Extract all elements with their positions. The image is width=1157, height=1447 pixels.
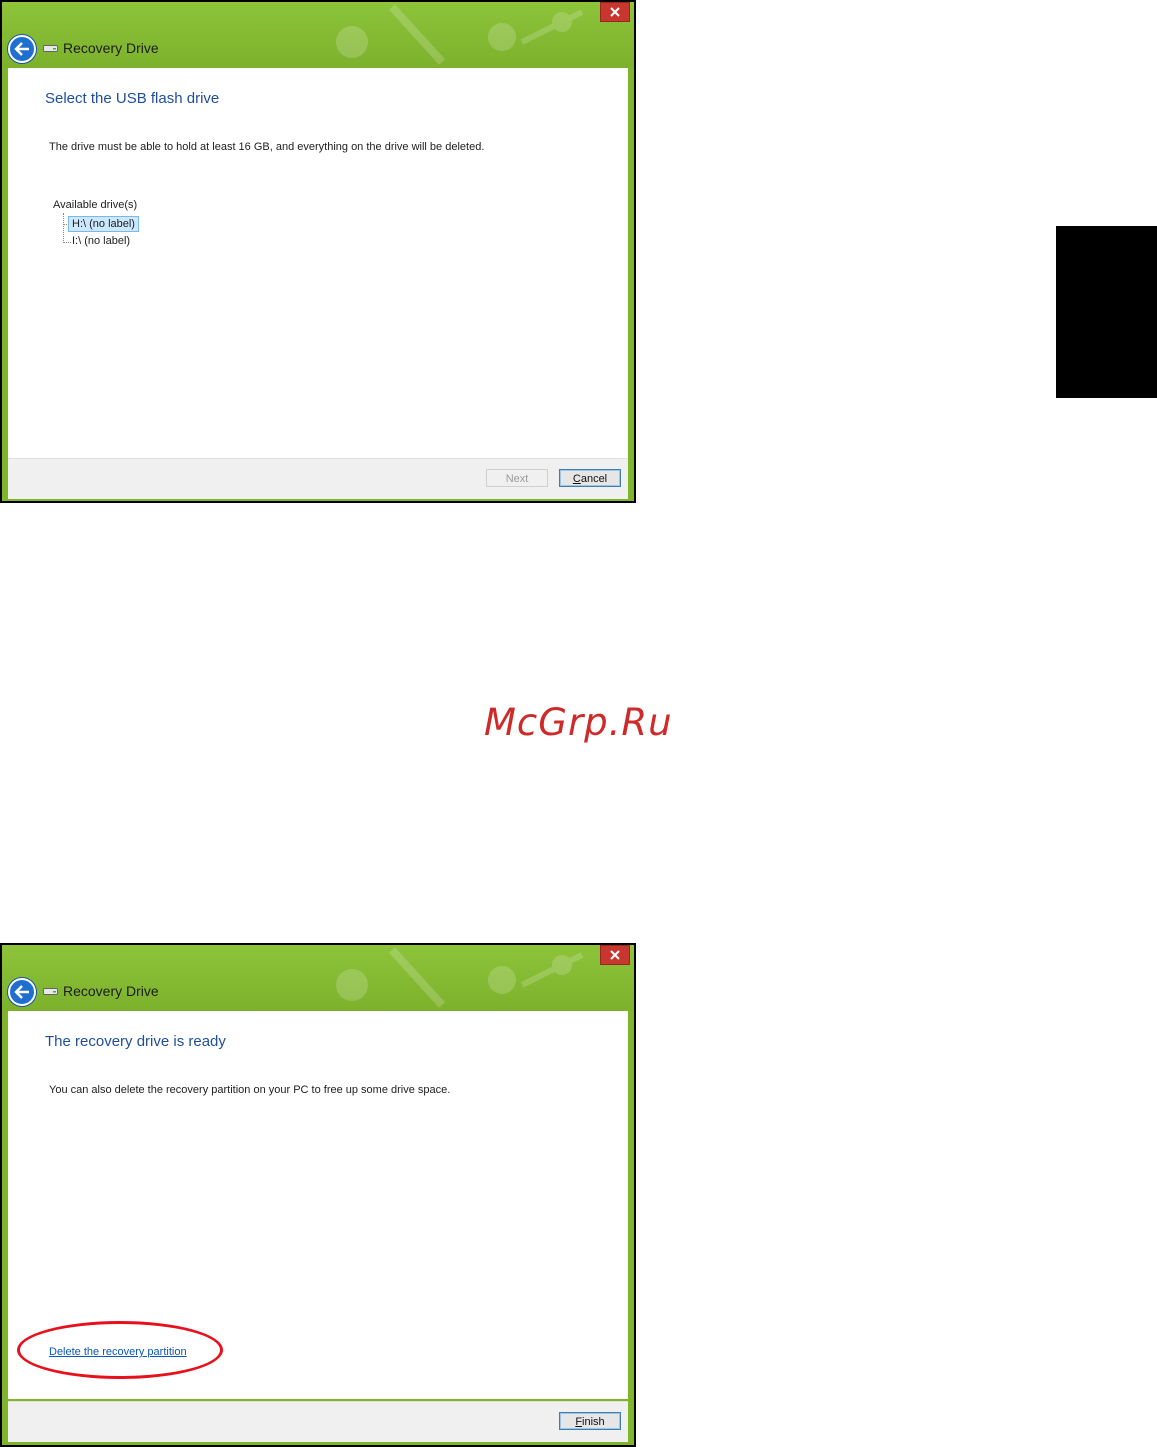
close-button[interactable] [600, 2, 630, 22]
back-button[interactable] [8, 978, 36, 1006]
site-watermark: McGrp.Ru [484, 701, 673, 744]
title-bar: Recovery Drive [2, 945, 634, 1011]
page-heading: Select the USB flash drive [45, 90, 220, 107]
close-button[interactable] [600, 945, 630, 965]
description-text: The drive must be able to hold at least … [49, 141, 485, 153]
title-decoration [336, 947, 584, 1008]
title-decoration [336, 4, 584, 65]
cancel-button[interactable]: Cancel [559, 469, 621, 487]
tree-connector [63, 213, 64, 243]
description-text: You can also delete the recovery partiti… [49, 1084, 451, 1096]
page-side-tab [1056, 226, 1157, 398]
drive-item-i[interactable]: I:\ (no label) [69, 234, 133, 248]
recovery-drive-dialog-select: Recovery Drive Select the USB flash driv… [0, 0, 636, 503]
close-icon [610, 950, 620, 960]
button-bar: Next Cancel [8, 458, 628, 499]
drive-icon [43, 988, 58, 995]
close-icon [610, 7, 620, 17]
window-title: Recovery Drive [63, 40, 159, 56]
title-bar: Recovery Drive [2, 2, 634, 68]
highlight-ellipse [17, 1321, 223, 1379]
back-arrow-icon [14, 42, 29, 56]
available-drives-label: Available drive(s) [53, 199, 138, 211]
button-bar: Finish [8, 1401, 628, 1442]
drive-icon [43, 45, 58, 52]
back-button[interactable] [8, 35, 36, 63]
next-button[interactable]: Next [486, 469, 548, 487]
page-heading: The recovery drive is ready [45, 1033, 226, 1050]
window-title: Recovery Drive [63, 983, 159, 999]
back-arrow-icon [14, 985, 29, 999]
drive-item-h[interactable]: H:\ (no label) [68, 216, 139, 232]
finish-button[interactable]: Finish [559, 1412, 621, 1430]
content-area: Select the USB flash drive The drive mus… [8, 68, 628, 458]
